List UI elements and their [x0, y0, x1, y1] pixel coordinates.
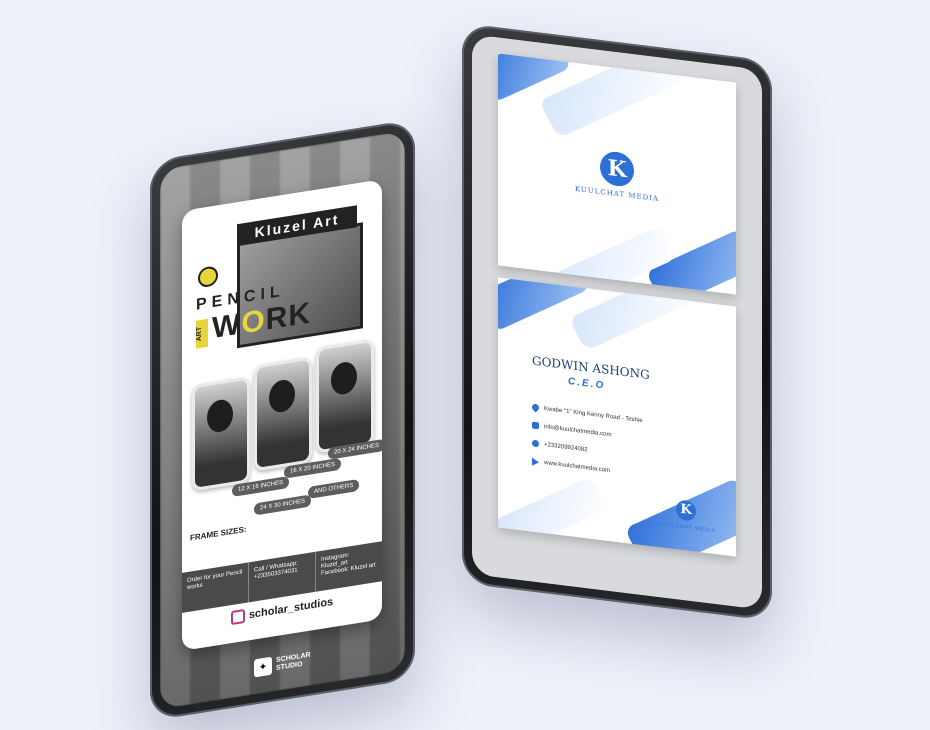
studio-logo-icon: ✦ — [254, 656, 272, 678]
info-row-address: Kwabe "1" King Kenny Road - Teshie — [530, 402, 643, 425]
web-arrow-icon — [532, 457, 539, 467]
email-icon — [532, 421, 539, 430]
instagram-icon — [230, 608, 245, 626]
pencil-art-flyer: Kluzel Art PENCIL ART WORK 12 X 16 INCHE… — [182, 179, 382, 651]
info-row-phone: +233209924082 — [532, 439, 588, 454]
info-phone: +233209924082 — [544, 441, 588, 453]
company-name: KUULCHAT MEDIA — [574, 184, 660, 204]
flyer-header: Kluzel Art PENCIL ART WORK — [182, 179, 382, 361]
mockup-scene: Kluzel Art PENCIL ART WORK 12 X 16 INCHE… — [0, 0, 930, 730]
business-card-front: K KUULCHAT MEDIA — [498, 53, 736, 295]
size-pill: 24 X 30 INCHES — [254, 494, 312, 516]
info-web: www.kuulchatmedia.com — [544, 460, 611, 475]
info-row-email: info@kuulchatmedia.com — [532, 421, 612, 439]
headline-work-prefix: W — [212, 307, 242, 346]
info-address: Kwabe "1" King Kenny Road - Teshie — [544, 405, 643, 424]
right-tablet-screen: K KUULCHAT MEDIA GODWIN ASHONG C.E.O Kwa… — [472, 34, 762, 610]
location-pin-icon — [530, 402, 541, 413]
contact-cell: Order for your Pencil works — [182, 562, 249, 613]
headline-work-highlight: O — [241, 303, 266, 341]
info-row-web: www.kuulchatmedia.com — [532, 457, 611, 476]
right-tablet: K KUULCHAT MEDIA GODWIN ASHONG C.E.O Kwa… — [462, 22, 772, 622]
brand-logo-icon — [198, 265, 218, 289]
headline-work-suffix: RK — [265, 296, 312, 337]
phone-icon — [532, 439, 539, 448]
left-tablet: Kluzel Art PENCIL ART WORK 12 X 16 INCHE… — [150, 119, 415, 721]
info-email: info@kuulchatmedia.com — [544, 423, 612, 438]
headline-art-tag: ART — [196, 318, 208, 349]
contact-cell: Instagram: Kluzel_art Facebook: Kluzel a… — [321, 552, 376, 578]
company-logo-icon: K — [600, 149, 634, 189]
business-card-back: GODWIN ASHONG C.E.O Kwabe "1" King Kenny… — [498, 277, 736, 557]
contact-cell: Call / Whatsapp: +233503374031 — [249, 551, 316, 603]
person-role: C.E.O — [568, 375, 606, 392]
left-tablet-screen: Kluzel Art PENCIL ART WORK 12 X 16 INCHE… — [160, 130, 405, 710]
size-pill: 12 X 16 INCHES — [232, 475, 290, 497]
portrait-sample-3 — [316, 338, 374, 454]
size-pill: AND OTHERS — [308, 478, 360, 499]
person-name: GODWIN ASHONG — [532, 353, 650, 383]
portrait-sample-2 — [254, 356, 312, 472]
